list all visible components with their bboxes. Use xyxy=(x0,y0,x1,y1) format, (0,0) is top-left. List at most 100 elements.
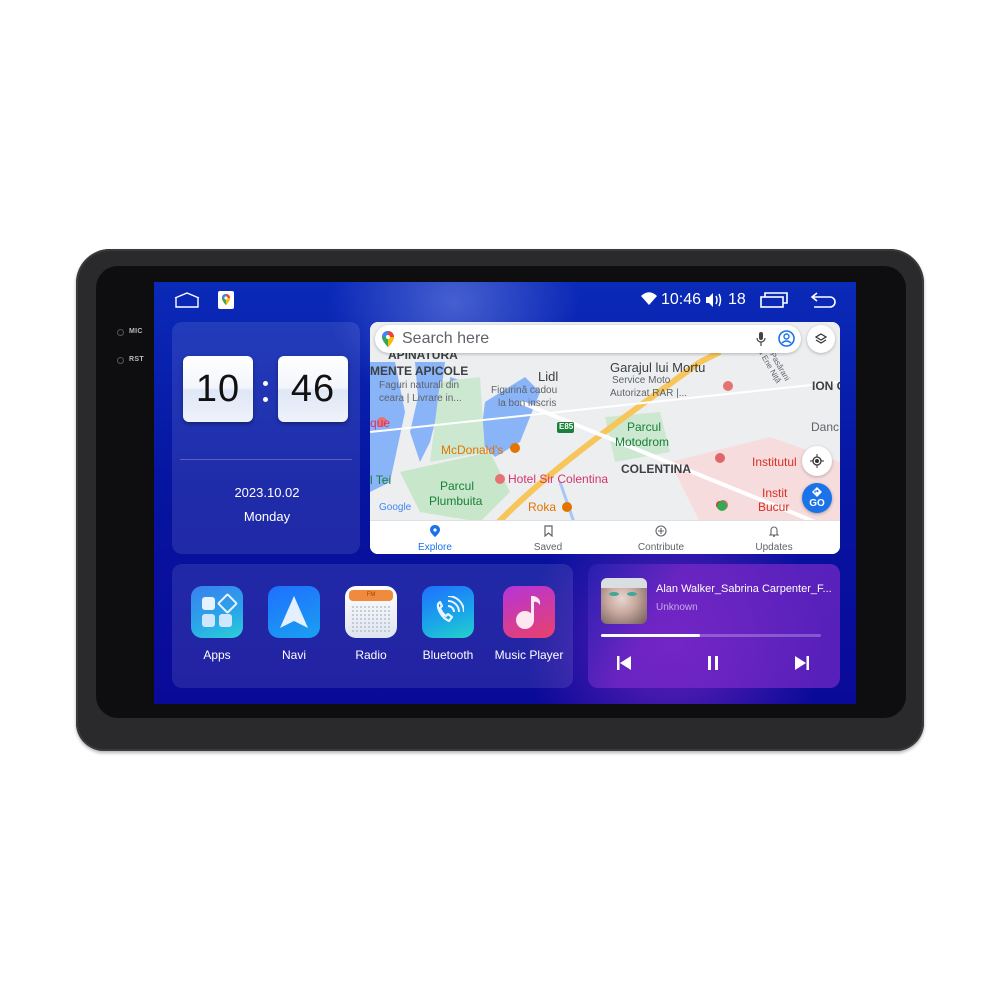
map-label: Lidl xyxy=(538,369,559,384)
map-label: Roka xyxy=(528,500,557,514)
album-art xyxy=(601,578,647,624)
apps-grid-icon xyxy=(191,586,243,638)
map-label: McDonald's xyxy=(441,443,504,457)
my-location-icon xyxy=(810,454,824,468)
location-pin-icon xyxy=(430,525,440,537)
status-time: 10:46 xyxy=(661,291,702,308)
map-label: Plumbuita xyxy=(429,494,483,508)
directions-icon xyxy=(812,487,822,497)
map-label: Bucur xyxy=(758,500,790,514)
map-label: Motodrom xyxy=(615,435,670,449)
progress-fill xyxy=(601,634,700,637)
music-widget[interactable]: Alan Walker_Sabrina Carpenter_F... Unkno… xyxy=(588,564,840,688)
app-navi[interactable]: Navi xyxy=(258,586,330,662)
map-label: la bon inscris xyxy=(498,398,557,409)
map-tab-label: Updates xyxy=(755,542,793,553)
radio-fm-badge: FM xyxy=(349,590,393,601)
progress-bar[interactable] xyxy=(601,634,821,637)
bluetooth-phone-icon xyxy=(422,586,474,638)
map-label: Figurină cadou xyxy=(491,385,558,396)
music-note-icon xyxy=(503,586,555,638)
app-label: Radio xyxy=(355,648,387,662)
map-tab-saved[interactable]: Saved xyxy=(508,524,588,553)
wifi-icon xyxy=(640,292,658,311)
mic-label: MIC xyxy=(129,328,143,335)
app-label: Apps xyxy=(203,648,231,662)
map-label: Instit xyxy=(762,486,788,500)
map-label: que xyxy=(370,416,391,430)
clock-colon-bottom xyxy=(263,397,268,402)
skip-next-icon xyxy=(795,656,809,670)
map-label: Hotel Sir Colentina xyxy=(508,472,609,486)
map-label: MENTE APICOLE xyxy=(370,364,469,378)
map-label: l Tei xyxy=(370,473,392,487)
map-label: ION C xyxy=(812,379,840,393)
add-circle-icon xyxy=(655,525,667,537)
back-icon[interactable] xyxy=(810,291,838,314)
bell-icon xyxy=(768,526,780,537)
google-maps-pin-icon xyxy=(382,331,394,352)
clock-date: 2023.10.02 xyxy=(234,485,300,500)
bookmark-icon xyxy=(543,525,553,538)
map-label: COLENTINA xyxy=(621,462,691,476)
account-icon[interactable] xyxy=(778,330,795,352)
map-label: Danc xyxy=(811,420,840,434)
map-tab-updates[interactable]: Updates xyxy=(734,524,814,553)
volume-icon[interactable] xyxy=(705,292,723,313)
reset-button[interactable] xyxy=(117,357,124,364)
clock-colon-top xyxy=(263,381,268,386)
map-pin-green xyxy=(717,501,727,511)
map-label: Service Moto xyxy=(612,375,671,386)
app-music-player[interactable]: Music Player xyxy=(489,586,569,662)
map-search-input[interactable]: Search here xyxy=(402,330,489,348)
map-label: ceara | Livrare in... xyxy=(379,393,462,404)
my-location-button[interactable] xyxy=(802,446,832,476)
volume-level: 18 xyxy=(728,291,746,308)
app-label: Navi xyxy=(281,648,306,662)
app-radio[interactable]: FM Radio xyxy=(335,586,407,662)
mic-hole xyxy=(117,329,124,336)
microphone-icon[interactable] xyxy=(756,332,766,351)
map-label: Garajul lui Mortu xyxy=(610,360,706,375)
pause-button[interactable] xyxy=(707,656,719,675)
clock-divider xyxy=(180,459,352,460)
clock-hours: 10 xyxy=(183,356,253,422)
map-label-e85: E85 xyxy=(559,422,574,431)
home-screen: 10:46 18 10 46 2023.10.02 Monday APINATU… xyxy=(154,282,856,704)
map-search-bar[interactable]: Search here xyxy=(375,325,801,353)
map-label: Autorizat RAR |... xyxy=(610,388,688,399)
radio-fm-icon: FM xyxy=(345,586,397,638)
app-bluetooth[interactable]: Bluetooth xyxy=(412,586,484,662)
clock-weekday: Monday xyxy=(243,509,291,524)
app-apps[interactable]: Apps xyxy=(181,586,253,662)
map-label: Parcul xyxy=(627,420,662,434)
map-tab-label: Contribute xyxy=(637,542,685,553)
map-label: Institutul xyxy=(752,455,797,469)
layers-button[interactable] xyxy=(807,325,835,353)
clock-widget[interactable]: 10 46 2023.10.02 Monday xyxy=(172,322,360,554)
rst-label: RST xyxy=(129,356,144,363)
google-maps-widget[interactable]: APINATURA MENTE APICOLE Faguri naturali … xyxy=(370,322,840,554)
google-maps-icon[interactable] xyxy=(218,291,234,314)
pause-icon xyxy=(708,656,718,670)
map-tab-contribute[interactable]: Contribute xyxy=(621,524,701,553)
map-pin-hotel xyxy=(723,381,733,391)
navigation-arrow-icon xyxy=(268,586,320,638)
skip-previous-icon xyxy=(617,656,631,670)
map-tab-explore[interactable]: Explore xyxy=(395,524,475,553)
recent-apps-icon[interactable] xyxy=(760,292,788,313)
map-label: Parcul xyxy=(440,479,475,493)
layers-icon xyxy=(815,333,827,344)
go-label: GO xyxy=(809,498,825,509)
home-icon[interactable] xyxy=(174,292,200,313)
app-label: Bluetooth xyxy=(422,648,474,662)
map-bottom-nav: Explore Saved Contribute Updates xyxy=(370,520,840,554)
skip-previous-button[interactable] xyxy=(617,656,631,675)
go-directions-button[interactable]: GO xyxy=(802,483,832,513)
skip-next-button[interactable] xyxy=(795,656,809,675)
app-dock: Apps Navi FM Radio Bluetooth Music Playe… xyxy=(172,564,573,688)
status-bar: 10:46 18 xyxy=(154,282,856,318)
app-label: Music Player xyxy=(494,648,564,662)
map-tab-label: Saved xyxy=(533,542,563,553)
map-tab-label: Explore xyxy=(418,542,452,553)
